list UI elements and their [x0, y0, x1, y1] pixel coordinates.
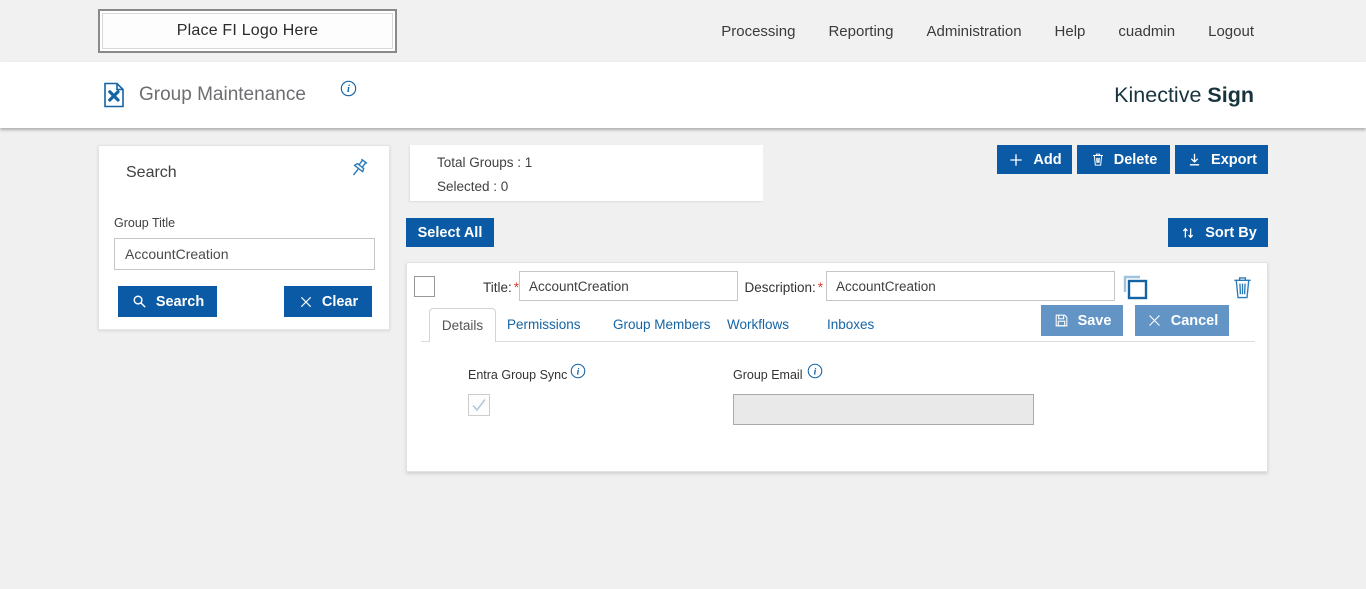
save-floppy-icon — [1055, 314, 1067, 327]
title-input[interactable] — [519, 271, 738, 301]
svg-text:i: i — [577, 366, 580, 377]
fi-logo-placeholder: Place FI Logo Here — [98, 9, 397, 53]
search-panel-title: Search — [126, 164, 177, 181]
entra-group-sync-checkbox[interactable] — [468, 394, 490, 416]
delete-button[interactable]: Delete — [1077, 145, 1170, 174]
group-editor-card: Title:* Description:* Details Permission… — [406, 262, 1268, 472]
sort-by-button[interactable]: Sort By — [1168, 218, 1268, 247]
title-field-label: Title: * — [482, 280, 519, 295]
description-input[interactable] — [826, 271, 1115, 301]
tabs-divider — [421, 341, 1255, 342]
tab-permissions[interactable]: Permissions — [507, 308, 581, 341]
search-panel: Search Group Title Search Clear — [98, 145, 390, 330]
description-required-mark: * — [817, 280, 823, 295]
nav-item-reporting[interactable]: Reporting — [828, 23, 893, 40]
page-header: Group Maintenance i Kinective Sign — [0, 62, 1366, 128]
delete-button-label: Delete — [1113, 151, 1158, 168]
export-button-label: Export — [1211, 151, 1257, 168]
tab-inboxes[interactable]: Inboxes — [827, 308, 874, 341]
brand-logo: Kinective Sign — [1114, 62, 1254, 128]
nav-item-username[interactable]: cuadmin — [1118, 23, 1175, 40]
plus-icon — [1010, 153, 1023, 166]
cancel-button[interactable]: Cancel — [1135, 305, 1229, 336]
cancel-x-icon — [1148, 315, 1160, 326]
clear-x-icon — [300, 296, 311, 307]
save-button[interactable]: Save — [1041, 305, 1123, 336]
add-button-label: Add — [1033, 151, 1062, 168]
search-button-label: Search — [155, 293, 205, 310]
clear-button[interactable]: Clear — [284, 286, 372, 317]
checkmark-icon — [472, 399, 486, 412]
selected-count-text: Selected : 0 — [437, 179, 509, 194]
search-button[interactable]: Search — [118, 286, 217, 317]
group-title-label: Group Title — [114, 216, 176, 230]
save-button-label: Save — [1077, 312, 1112, 329]
add-button[interactable]: Add — [997, 145, 1072, 174]
svg-text:i: i — [347, 84, 350, 95]
group-maintenance-screen: Place FI Logo Here Processing Reporting … — [0, 0, 1366, 589]
entra-group-sync-info-icon[interactable]: i — [570, 363, 586, 379]
page-title-info-icon[interactable]: i — [340, 80, 357, 97]
nav-item-administration[interactable]: Administration — [927, 23, 1022, 40]
trash-icon — [1092, 153, 1103, 166]
row-trash-icon[interactable] — [1231, 274, 1254, 300]
document-tools-icon — [104, 82, 124, 108]
tab-group-members[interactable]: Group Members — [613, 308, 711, 341]
select-all-button-label: Select All — [417, 224, 483, 241]
top-nav: Processing Reporting Administration Help… — [721, 0, 1254, 62]
brand-product: Sign — [1207, 82, 1254, 107]
page-title: Group Maintenance — [139, 84, 306, 105]
group-row-checkbox[interactable] — [414, 276, 435, 297]
tab-details[interactable]: Details — [429, 308, 496, 342]
svg-text:i: i — [814, 366, 817, 377]
nav-item-help[interactable]: Help — [1055, 23, 1086, 40]
group-email-label: Group Email — [733, 368, 803, 382]
top-bar: Place FI Logo Here Processing Reporting … — [0, 0, 1366, 62]
sort-arrows-icon — [1183, 227, 1194, 238]
pin-icon[interactable] — [347, 156, 371, 180]
tab-details-label: Details — [441, 318, 484, 333]
nav-item-processing[interactable]: Processing — [721, 23, 795, 40]
brand-name: Kinective — [1114, 82, 1202, 107]
download-icon — [1189, 153, 1200, 166]
cancel-button-label: Cancel — [1170, 312, 1219, 329]
groups-summary: Total Groups : 1 Selected : 0 — [410, 145, 763, 201]
entra-group-sync-label: Entra Group Sync — [468, 368, 568, 382]
total-groups-text: Total Groups : 1 — [437, 155, 533, 170]
description-field-label: Description: * — [744, 280, 823, 295]
fi-logo-placeholder-text: Place FI Logo Here — [176, 22, 319, 39]
clear-button-label: Clear — [321, 293, 359, 310]
nav-item-logout[interactable]: Logout — [1208, 23, 1254, 40]
group-email-input[interactable] — [733, 394, 1034, 425]
copy-icon[interactable] — [1119, 271, 1151, 303]
select-all-button[interactable]: Select All — [406, 218, 494, 247]
group-email-info-icon[interactable]: i — [807, 363, 823, 379]
tab-workflows[interactable]: Workflows — [727, 308, 789, 341]
group-title-input[interactable] — [114, 238, 375, 270]
sort-by-button-label: Sort By — [1205, 224, 1257, 241]
export-button[interactable]: Export — [1175, 145, 1268, 174]
search-icon — [133, 295, 146, 308]
